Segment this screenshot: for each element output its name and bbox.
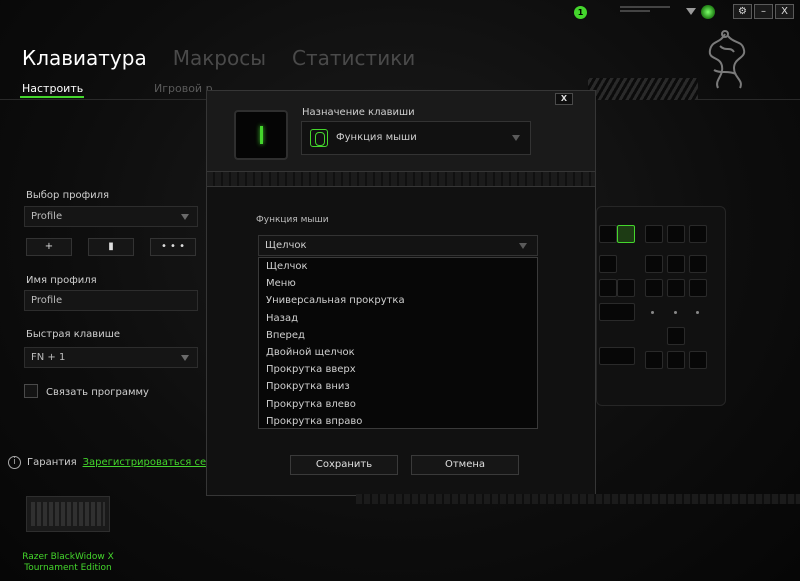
keyboard-key[interactable] xyxy=(667,279,685,297)
keyboard-key[interactable] xyxy=(667,225,685,243)
arrow-up-key[interactable] xyxy=(667,327,685,345)
device-image[interactable] xyxy=(26,496,110,532)
keyboard-key[interactable] xyxy=(667,255,685,273)
key-assignment-select[interactable]: Функция мыши xyxy=(301,121,531,155)
keyboard-key[interactable] xyxy=(599,347,635,365)
profile-name-label: Имя профиля xyxy=(26,275,97,286)
keyboard-key-selected[interactable] xyxy=(617,225,635,243)
mouse-function-dropdown-list: Щелчок Меню Универсальная прокрутка Наза… xyxy=(258,257,538,429)
dialog-title: Назначение клавиши xyxy=(302,107,415,118)
arrow-down-key[interactable] xyxy=(667,351,685,369)
keyboard-key[interactable] xyxy=(689,279,707,297)
tab-keyboard[interactable]: Клавиатура xyxy=(22,46,147,70)
arrow-right-key[interactable] xyxy=(689,351,707,369)
mouse-icon xyxy=(310,129,328,147)
warranty-label: Гарантия xyxy=(27,457,77,468)
dropdown-option-scroll-right[interactable]: Прокрутка вправо xyxy=(259,413,537,428)
user-info[interactable] xyxy=(620,6,670,12)
keyboard-key[interactable] xyxy=(689,255,707,273)
keyboard-key[interactable] xyxy=(599,303,635,321)
dropdown-option-back[interactable]: Назад xyxy=(259,310,537,327)
add-profile-button[interactable]: + xyxy=(26,238,72,256)
delete-profile-button[interactable]: ▮ xyxy=(88,238,134,256)
link-program-checkbox[interactable] xyxy=(24,384,38,398)
keyboard-key[interactable] xyxy=(689,225,707,243)
subtab-gaming-mode[interactable]: Игровой р xyxy=(154,82,213,95)
main-tabs: Клавиатура Макросы Статистики xyxy=(22,46,415,70)
dropdown-option-scroll-up[interactable]: Прокрутка вверх xyxy=(259,361,537,378)
subtab-customize[interactable]: Настроить xyxy=(19,82,85,98)
profile-select[interactable]: Profile xyxy=(24,206,198,227)
gear-icon: ⚙ xyxy=(738,6,747,17)
mouse-function-label: Функция мыши xyxy=(256,215,329,225)
hotkey-select-value: FN + 1 xyxy=(31,352,66,363)
dropdown-option-menu[interactable]: Меню xyxy=(259,275,537,292)
window-controls: ⚙ – X xyxy=(733,4,794,19)
cancel-button[interactable]: Отмена xyxy=(411,455,519,475)
decorative-stripes xyxy=(588,78,698,100)
hotkey-label: Быстрая клавише xyxy=(26,329,121,340)
keyboard-key[interactable] xyxy=(645,279,663,297)
dropdown-option-forward[interactable]: Вперед xyxy=(259,327,537,344)
tab-macros[interactable]: Макросы xyxy=(173,46,266,70)
dialog-close-button[interactable]: X xyxy=(555,93,573,105)
dropdown-option-scroll-down[interactable]: Прокрутка вниз xyxy=(259,378,537,395)
hotkey-select[interactable]: FN + 1 xyxy=(24,347,198,368)
link-program-label: Связать программу xyxy=(46,387,149,398)
info-icon: i xyxy=(8,456,21,469)
chevron-down-icon xyxy=(181,355,189,361)
dropdown-option-click[interactable]: Щелчок xyxy=(259,258,537,275)
decorative-stripe-bottom xyxy=(356,494,800,504)
keyboard-preview xyxy=(596,206,726,406)
title-bar: 1 ⚙ – X xyxy=(0,0,800,24)
dialog-separator xyxy=(206,172,596,186)
key-assignment-value: Функция мыши xyxy=(336,132,417,143)
notification-badge[interactable]: 1 xyxy=(574,6,587,19)
close-window-button[interactable]: X xyxy=(775,4,794,19)
chevron-down-icon xyxy=(519,243,527,249)
profile-name-input[interactable]: Profile xyxy=(24,290,198,311)
settings-button[interactable]: ⚙ xyxy=(733,4,752,19)
dropdown-option-universal-scroll[interactable]: Универсальная прокрутка xyxy=(259,292,537,309)
keyboard-key[interactable] xyxy=(645,255,663,273)
profile-select-label: Выбор профиля xyxy=(26,190,110,201)
mouse-function-value: Щелчок xyxy=(265,240,307,251)
keyboard-key[interactable] xyxy=(645,225,663,243)
profile-more-button[interactable]: • • • xyxy=(150,238,196,256)
dropdown-option-scroll-left[interactable]: Прокрутка влево xyxy=(259,396,537,413)
synapse-status-icon[interactable] xyxy=(701,5,715,19)
profile-select-value: Profile xyxy=(31,211,63,222)
tab-statistics[interactable]: Статистики xyxy=(292,46,415,70)
mouse-function-select[interactable]: Щелчок xyxy=(258,235,538,256)
chevron-down-icon xyxy=(181,214,189,220)
keyboard-key[interactable] xyxy=(599,279,617,297)
arrow-left-key[interactable] xyxy=(645,351,663,369)
selected-key-preview xyxy=(234,110,288,160)
chevron-down-icon xyxy=(512,135,520,141)
keyboard-key[interactable] xyxy=(599,255,617,273)
save-button[interactable]: Сохранить xyxy=(290,455,398,475)
minimize-button[interactable]: – xyxy=(754,4,773,19)
register-link[interactable]: Зарегистрироваться сейч xyxy=(83,457,219,468)
dropdown-icon[interactable] xyxy=(686,8,696,15)
dropdown-option-double-click[interactable]: Двойной щелчок xyxy=(259,344,537,361)
keyboard-key[interactable] xyxy=(599,225,617,243)
keyboard-key[interactable] xyxy=(617,279,635,297)
device-name: Razer BlackWidow X Tournament Edition xyxy=(22,552,114,573)
warranty-row: i Гарантия Зарегистрироваться сейч xyxy=(8,456,219,469)
